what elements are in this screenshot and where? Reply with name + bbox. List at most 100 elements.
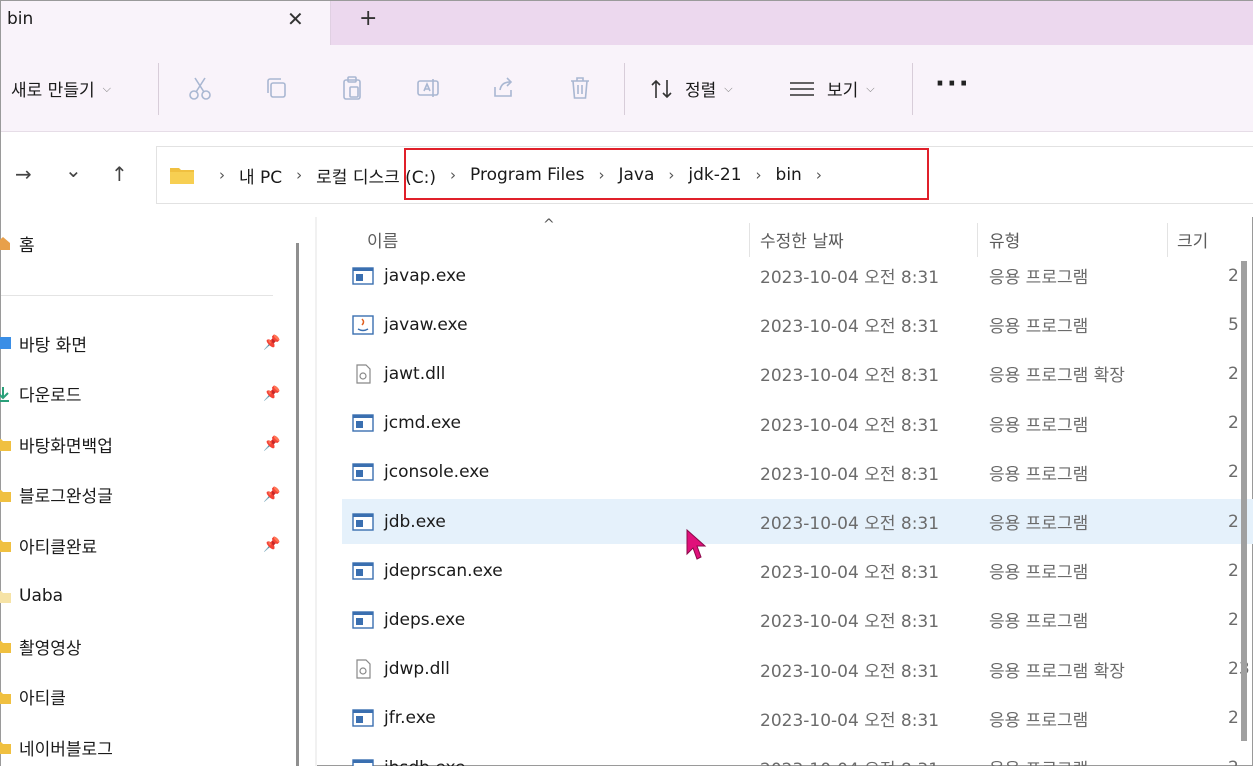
column-divider[interactable] [1167, 223, 1168, 257]
delete-icon[interactable] [565, 73, 595, 103]
exe-icon [352, 709, 374, 727]
column-divider[interactable] [977, 223, 978, 257]
share-icon[interactable] [489, 73, 519, 103]
table-row[interactable]: jdeprscan.exe 2023-10-04 오전 8:31 응용 프로그램 2 [342, 548, 1253, 593]
file-type: 응용 프로그램 확장 [989, 366, 1125, 387]
file-date: 2023-10-04 오전 8:31 [760, 317, 940, 338]
recent-locations-icon[interactable]: ⌄ [65, 158, 82, 182]
file-name-cell: javap.exe [352, 253, 466, 298]
table-row[interactable]: jconsole.exe 2023-10-04 오전 8:31 응용 프로그램 2 [342, 450, 1253, 495]
sidebar-item[interactable]: 블로그완성글 📌 [0, 475, 291, 515]
toolbar-divider [912, 63, 913, 115]
breadcrumb-item[interactable]: Program Files [470, 165, 584, 185]
exe-icon [352, 758, 374, 766]
java-icon [352, 314, 374, 335]
sort-button[interactable]: 정렬 ⌵ [649, 45, 733, 132]
file-size: 5 [1228, 314, 1239, 335]
view-list-icon [789, 80, 815, 98]
breadcrumb-item[interactable]: bin [776, 165, 802, 185]
sidebar-item-label: 촬영영상 [19, 638, 82, 659]
sidebar-item[interactable]: 바탕화면백업 📌 [0, 424, 291, 464]
sidebar-item-label: 블로그완성글 [19, 487, 113, 507]
paste-icon[interactable] [337, 73, 367, 103]
rename-icon[interactable] [413, 73, 443, 103]
pin-icon[interactable]: 📌 [263, 386, 280, 402]
pin-icon[interactable]: 📌 [263, 335, 280, 351]
sidebar-item[interactable]: 다운로드 📌 [0, 374, 291, 414]
sidebar-item[interactable]: 바탕 화면 📌 [0, 323, 291, 363]
file-size: 2 [1228, 413, 1239, 434]
view-button[interactable]: 보기 ⌵ [789, 45, 875, 132]
sidebar-item-label: 바탕 화면 [19, 335, 87, 356]
breadcrumb-item[interactable]: 내 PC [239, 163, 282, 188]
cut-icon[interactable] [185, 73, 215, 103]
table-row[interactable]: jdb.exe 2023-10-04 오전 8:31 응용 프로그램 2 [342, 499, 1253, 544]
breadcrumb-item[interactable]: 로컬 디스크 (C:) [316, 163, 436, 188]
more-options-icon[interactable]: ··· [935, 69, 971, 99]
copy-icon[interactable] [261, 73, 291, 103]
pin-icon[interactable]: 📌 [263, 436, 280, 452]
chevron-right-icon[interactable]: › [450, 166, 456, 184]
exe-icon [352, 561, 374, 580]
file-size: 2 [1228, 363, 1239, 384]
sidebar-item-label: 홈 [19, 235, 35, 256]
breadcrumb-item[interactable]: jdk-21 [688, 165, 741, 185]
file-date: 2023-10-04 오전 8:31 [760, 514, 940, 534]
table-row[interactable]: jdwp.dll 2023-10-04 오전 8:31 응용 프로그램 확장 23 [342, 647, 1253, 692]
sidebar-item[interactable]: 촬영영상 [0, 626, 291, 666]
file-date: 2023-10-04 오전 8:31 [760, 710, 940, 731]
chevron-right-icon[interactable]: › [756, 166, 762, 184]
chevron-right-icon[interactable]: › [598, 166, 604, 184]
file-date: 2023-10-04 오전 8:31 [760, 612, 940, 633]
chevron-right-icon[interactable]: › [668, 166, 674, 184]
sidebar-item[interactable]: 아티클 [0, 677, 291, 717]
new-button[interactable]: 새로 만들기 ⌵ [11, 45, 111, 132]
new-tab-icon[interactable]: + [359, 6, 377, 31]
sort-button-label: 정렬 [685, 81, 717, 101]
file-size: 2 [1228, 265, 1239, 286]
table-row[interactable]: jfr.exe 2023-10-04 오전 8:31 응용 프로그램 2 [342, 696, 1253, 741]
sidebar-item-label: Uaba [19, 585, 64, 606]
exe-icon [352, 463, 374, 481]
navigation-pane: 홈 바탕 화면 📌 다운로드 📌 바탕화면백업 📌 블로그완성글 📌 아티클완료 📌 Uaba 촬영영… [0, 217, 315, 766]
file-type: 응용 프로그램 [989, 317, 1089, 338]
file-date: 2023-10-04 오전 8:31 [760, 661, 940, 682]
column-divider[interactable] [749, 223, 750, 257]
address-row: → ⌄ ↑ › 내 PC › 로컬 디스크 (C:) › Program Fil… [1, 132, 1253, 217]
file-type: 응용 프로그램 [989, 268, 1089, 288]
forward-icon[interactable]: → [15, 162, 32, 186]
chevron-right-icon[interactable]: › [219, 166, 225, 184]
sidebar-item[interactable]: 네이버블로그 [0, 727, 291, 766]
table-row[interactable]: javap.exe 2023-10-04 오전 8:31 응용 프로그램 2 [342, 253, 1253, 298]
sidebar-scrollbar[interactable] [296, 243, 299, 766]
sidebar-item-label: 바탕화면백업 [19, 436, 113, 457]
sidebar-item[interactable]: 아티클완료 📌 [0, 525, 291, 565]
up-icon[interactable]: ↑ [111, 162, 128, 186]
pin-icon[interactable]: 📌 [263, 537, 280, 553]
chevron-right-icon[interactable]: › [296, 166, 302, 184]
file-name: jawt.dll [384, 363, 446, 384]
file-name: jconsole.exe [384, 462, 490, 483]
sidebar-item-label: 다운로드 [19, 386, 82, 406]
tab-close-icon[interactable]: ✕ [287, 7, 304, 31]
sidebar-item-home[interactable]: 홈 [0, 223, 291, 263]
table-row[interactable]: javaw.exe 2023-10-04 오전 8:31 응용 프로그램 5 [342, 302, 1253, 347]
tab-bin[interactable]: bin ✕ [1, 1, 331, 45]
chevron-right-icon[interactable]: › [816, 166, 822, 184]
file-name: jhsdb.exe [384, 758, 466, 766]
sidebar-item[interactable]: Uaba [0, 576, 291, 616]
address-bar[interactable]: › 내 PC › 로컬 디스크 (C:) › Program Files › J… [156, 146, 1253, 204]
breadcrumb-item[interactable]: Java [618, 165, 654, 185]
pin-icon[interactable]: 📌 [263, 487, 280, 503]
table-row[interactable]: jdeps.exe 2023-10-04 오전 8:31 응용 프로그램 2 [342, 597, 1253, 642]
table-row[interactable]: jawt.dll 2023-10-04 오전 8:31 응용 프로그램 확장 2 [342, 351, 1253, 396]
table-row[interactable]: jcmd.exe 2023-10-04 오전 8:31 응용 프로그램 2 [342, 401, 1253, 446]
file-type: 응용 프로그램 [989, 514, 1089, 534]
file-name-cell: jdeprscan.exe [352, 548, 503, 593]
file-name: jfr.exe [384, 708, 436, 729]
file-list-scrollbar[interactable] [1241, 261, 1247, 741]
toolbar-divider [624, 63, 625, 115]
mouse-cursor-icon [686, 528, 707, 560]
folder-icon [0, 590, 11, 603]
table-row[interactable]: jhsdb.exe 2023-10-04 오전 8:31 응용 프로그램 2 [342, 745, 1253, 766]
